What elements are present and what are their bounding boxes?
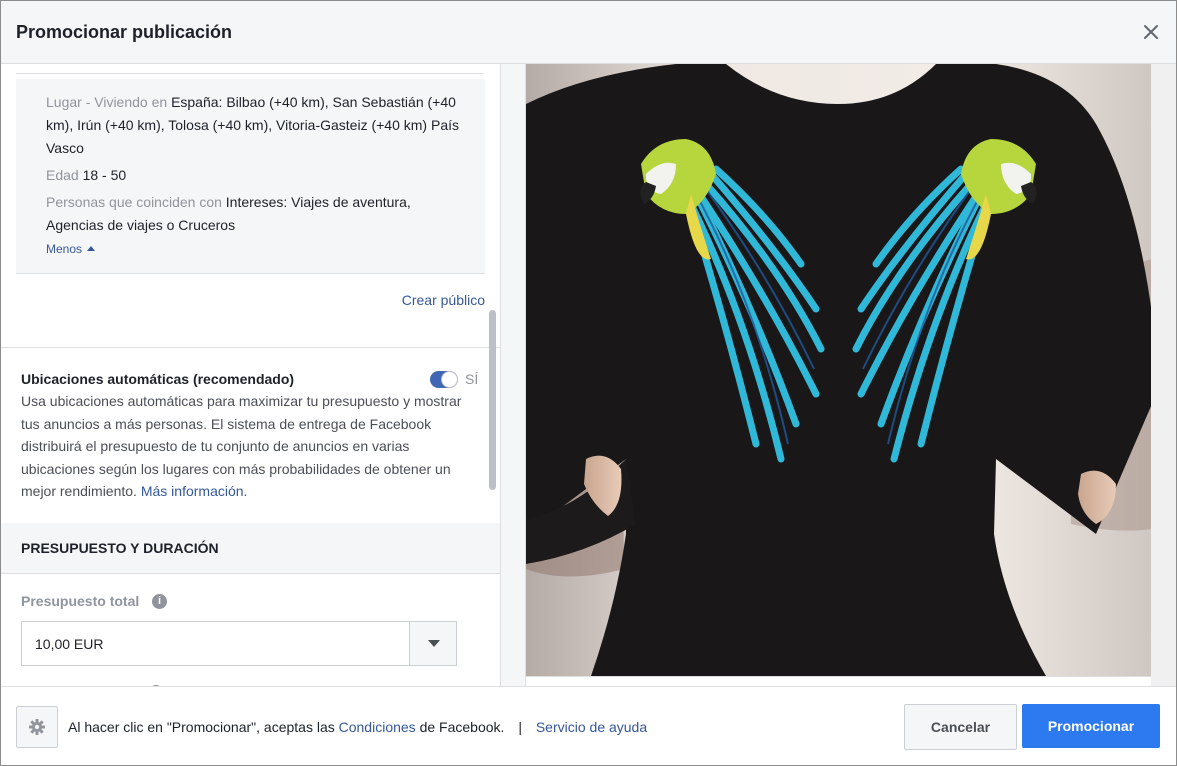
settings-panel[interactable]: Lugar - Viviendo en España: Bilbao (+40 … (1, 64, 500, 686)
budget-value: 10,00 EUR (35, 636, 104, 652)
location-label: Lugar - Viviendo en (46, 94, 168, 110)
location-row: Lugar - Viviendo en España: Bilbao (+40 … (46, 91, 466, 160)
dialog-header: Promocionar publicación (1, 1, 1176, 64)
terms-text: Al hacer clic en "Promocionar", aceptas … (68, 719, 647, 735)
help-center-link[interactable]: Servicio de ayuda (536, 719, 647, 735)
post-preview (525, 64, 1153, 686)
budget-dropdown-button[interactable] (409, 621, 457, 666)
scrollbar-thumb[interactable] (489, 310, 496, 490)
close-icon[interactable] (1140, 21, 1162, 43)
dialog-footer: Al hacer clic en "Promocionar", aceptas … (1, 686, 1176, 765)
budget-section-title: PRESUPUESTO Y DURACIÓN (21, 540, 219, 556)
placements-toggle[interactable] (430, 371, 458, 388)
divider (1, 347, 500, 348)
promote-button[interactable]: Promocionar (1022, 704, 1160, 748)
dialog-title: Promocionar publicación (16, 22, 233, 42)
chevron-down-icon (428, 640, 440, 647)
caret-up-icon (87, 246, 96, 251)
divider (16, 273, 485, 274)
more-info-link[interactable]: Más información. (141, 483, 248, 499)
info-icon[interactable]: i (152, 594, 167, 609)
interests-label: Personas que coinciden con (46, 194, 222, 210)
terms-text-after: de Facebook. (419, 719, 505, 735)
less-link-label: Menos (46, 242, 83, 256)
divider (526, 676, 1152, 677)
age-label: Edad (46, 167, 79, 183)
budget-select[interactable]: 10,00 EUR (21, 621, 410, 666)
promote-post-dialog: Promocionar publicación Lugar - Viviendo… (0, 0, 1177, 766)
placements-title: Ubicaciones automáticas (recomendado) (21, 371, 295, 387)
age-row: Edad 18 - 50 (46, 164, 466, 187)
create-audience-link[interactable]: Crear público (402, 292, 485, 308)
settings-button[interactable] (16, 706, 58, 748)
toggle-state-label: SÍ (465, 371, 479, 387)
budget-section-header: PRESUPUESTO Y DURACIÓN (1, 523, 500, 574)
footer-separator: | (518, 719, 522, 735)
gear-icon (29, 719, 45, 735)
total-budget-label: Presupuesto total (21, 593, 140, 609)
placements-description: Usa ubicaciones automáticas para maximiz… (21, 390, 466, 503)
age-value: 18 - 50 (82, 167, 127, 183)
cancel-button[interactable]: Cancelar (904, 704, 1017, 750)
post-image (526, 64, 1152, 676)
less-link[interactable]: Menos (46, 242, 96, 256)
toggle-knob (441, 371, 458, 388)
divider (16, 73, 484, 74)
conditions-link[interactable]: Condiciones (339, 719, 416, 735)
preview-scrollbar[interactable] (1151, 64, 1176, 686)
preview-panel (501, 64, 1176, 686)
terms-text-before: Al hacer clic en "Promocionar", aceptas … (68, 719, 335, 735)
interests-row: Personas que coinciden con Intereses: Vi… (46, 191, 466, 237)
